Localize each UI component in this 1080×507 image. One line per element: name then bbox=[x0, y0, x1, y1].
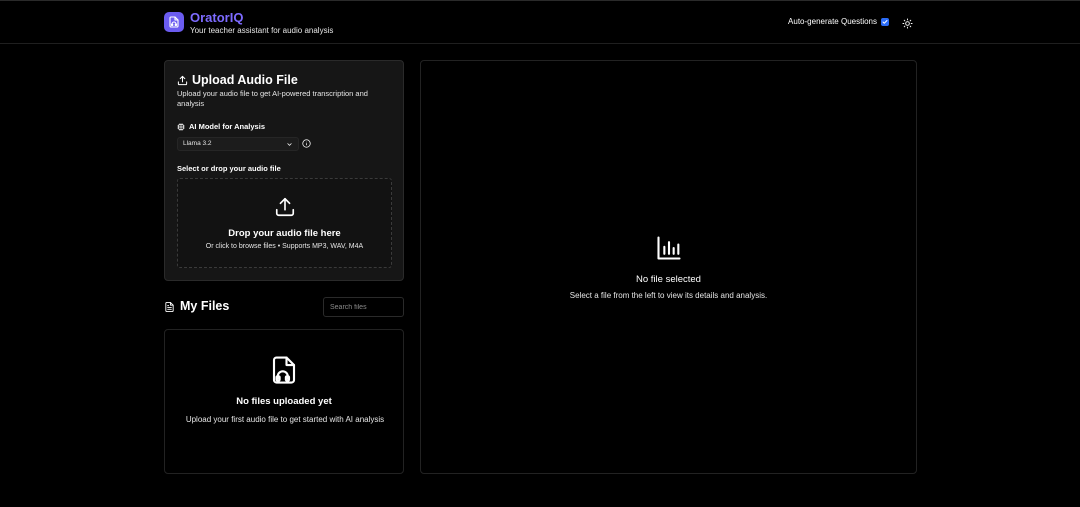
dropzone-subtitle: Or click to browse files • Supports MP3,… bbox=[205, 243, 364, 250]
audio-dropzone[interactable]: Drop your audio file here Or click to br… bbox=[177, 178, 392, 268]
files-empty-title: No files uploaded yet bbox=[236, 396, 332, 407]
details-empty-subtitle: Select a file from the left to view its … bbox=[569, 291, 768, 300]
model-select[interactable]: Llama 3.2 bbox=[177, 137, 299, 151]
bar-chart-icon bbox=[657, 236, 681, 260]
upload-title-row: Upload Audio File bbox=[177, 73, 298, 87]
auto-generate-toggle[interactable]: Auto-generate Questions bbox=[788, 17, 889, 27]
file-details-panel: No file selected Select a file from the … bbox=[420, 60, 917, 474]
model-select-value: Llama 3.2 bbox=[183, 140, 212, 147]
brand-name[interactable]: OratorIQ bbox=[190, 10, 243, 25]
my-files-header: My Files bbox=[164, 299, 229, 314]
auto-generate-checkbox[interactable] bbox=[881, 18, 889, 26]
auto-generate-label: Auto-generate Questions bbox=[788, 17, 877, 26]
files-list-card: No files uploaded yet Upload your first … bbox=[164, 329, 404, 474]
upload-title: Upload Audio File bbox=[192, 73, 298, 87]
upload-icon bbox=[177, 75, 188, 85]
dropzone-icon-wrap bbox=[274, 196, 296, 218]
model-label: AI Model for Analysis bbox=[189, 122, 265, 131]
app-header: OratorIQ Your teacher assistant for audi… bbox=[0, 1, 1080, 44]
file-text-icon bbox=[165, 301, 174, 312]
files-empty-subtitle: Upload your first audio file to get star… bbox=[185, 415, 385, 424]
brand-tagline: Your teacher assistant for audio analysi… bbox=[190, 26, 334, 35]
select-file-label: Select or drop your audio file bbox=[177, 164, 281, 173]
file-audio-icon bbox=[272, 356, 296, 384]
model-label-row: AI Model for Analysis bbox=[177, 122, 265, 131]
sun-icon bbox=[901, 17, 913, 29]
theme-toggle-button[interactable] bbox=[901, 17, 913, 29]
model-info-button[interactable] bbox=[302, 139, 311, 148]
my-files-title: My Files bbox=[180, 299, 230, 313]
upload-icon bbox=[275, 197, 295, 217]
details-empty-icon-wrap bbox=[655, 234, 683, 262]
app-logo[interactable] bbox=[164, 12, 184, 32]
info-icon bbox=[302, 139, 311, 148]
file-audio-icon bbox=[169, 16, 179, 28]
upload-card: Upload Audio File Upload your audio file… bbox=[164, 60, 404, 281]
details-empty-title: No file selected bbox=[636, 274, 701, 285]
upload-description: Upload your audio file to get AI-powered… bbox=[177, 89, 368, 108]
search-files-input[interactable] bbox=[323, 297, 404, 317]
dropzone-title: Drop your audio file here bbox=[228, 228, 341, 239]
chevron-down-icon bbox=[287, 142, 292, 146]
files-empty-icon-wrap bbox=[269, 354, 299, 386]
check-icon bbox=[882, 20, 888, 24]
cpu-icon bbox=[177, 122, 185, 131]
